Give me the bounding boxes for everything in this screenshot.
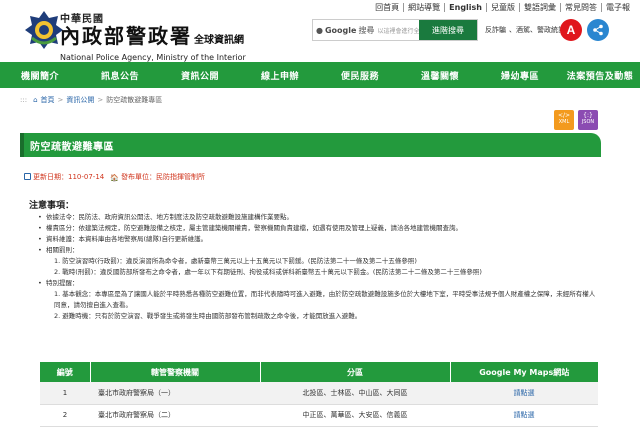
col-district: 分區 (260, 362, 451, 382)
note-reminder-title: 特別提醒： (38, 278, 598, 289)
advanced-search-button[interactable]: 進階搜尋 (419, 20, 477, 40)
nav-legislation[interactable]: 法案預告及動態 (560, 62, 640, 88)
breadcrumb: ::: ⌂ 首頁 > 資訊公開 > 防空疏散避難專區 (20, 95, 162, 105)
home-icon: ⌂ (33, 96, 38, 104)
agency-name: 內政部警政署 全球資訊網 (60, 24, 244, 48)
xml-download-button[interactable]: </> XML (554, 110, 574, 130)
share-button[interactable] (587, 19, 609, 41)
row-district: 北投區、士林區、中山區、大同區 (260, 382, 450, 405)
note-legal-basis: 依據法令：民防法、政府資訊公開法、地方制度法及防空疏散避難設施建構作業要點。 (38, 212, 598, 223)
toplink-home[interactable]: 回首頁 (371, 3, 403, 12)
notes-list: 依據法令：民防法、政府資訊公開法、地方制度法及防空疏散避難設施建構作業要點。 權… (38, 212, 598, 322)
country-name: 中華民國 (60, 14, 104, 25)
shelter-table: 編號 轄管警察機關 分區 Google My Maps網站 1 臺北市政府警察局… (40, 362, 598, 427)
breadcrumb-home[interactable]: 首頁 (41, 95, 55, 105)
nav-info-disclosure[interactable]: 資訊公開 (160, 62, 240, 88)
note-responsibility: 權責區分：依建築法規定，防空避難設備之核定，屬主管建築機關權責，警察機關負責建檔… (38, 223, 598, 234)
row-number: 2 (40, 404, 90, 427)
share-icon (593, 24, 603, 36)
notes-title: 注意事項： (29, 201, 75, 211)
col-maps: Google My Maps網站 (450, 362, 598, 382)
agency-suffix: 全球資訊網 (194, 35, 244, 46)
col-number: 編號 (40, 362, 91, 382)
reminder-timing: 2. 避難時機：只有於防空演習、戰爭發生或將發生時由國防部發布管制疏散之命令後，… (54, 312, 362, 320)
toplink-newsletter[interactable]: 電子報 (601, 2, 634, 12)
search-input[interactable]: 以這裡會進行全文搜尋檢索 (374, 26, 419, 35)
logo-text[interactable]: 中華民國 內政部警政署 全球資訊網 National Police Agency,… (60, 10, 246, 62)
toplink-glossary[interactable]: 雙語詞彙 (519, 2, 560, 12)
note-maintenance: 資料維護：本資料庫由各地警察局(總隊)自行更新維護。 (38, 234, 598, 245)
table-header-row: 編號 轄管警察機關 分區 Google My Maps網站 (40, 362, 598, 382)
toplink-kids[interactable]: 兒童版 (486, 2, 519, 12)
row-district: 中正區、萬華區、大安區、信義區 (260, 404, 450, 427)
breadcrumb-info-disclosure[interactable]: 資訊公開 (66, 95, 94, 105)
keyword-fraud[interactable]: 反詐騙 (485, 26, 506, 34)
hot-keywords: 反詐騙 、酒駕、警政統計... (482, 25, 572, 35)
site-header: 中華民國 內政部警政署 全球資訊網 National Police Agency,… (0, 0, 640, 64)
json-label: JSON (581, 119, 595, 125)
col-agency: 轄管警察機關 (90, 362, 261, 382)
row-number: 1 (40, 382, 90, 405)
breadcrumb-separator-icon: > (57, 96, 64, 104)
update-date: 更新日期：110-07-14 (24, 172, 104, 182)
agency-english-name: National Police Agency, Ministry of the … (60, 53, 246, 62)
publisher: 🏠 發布單位：民防指揮管制所 (110, 173, 205, 182)
accesskey-anchor[interactable]: ::: (20, 96, 27, 104)
table-row: 1 臺北市政府警察局（一） 北投區、士林區、中山區、大同區 請點選 (40, 382, 598, 405)
page-title: 防空疏散避難專區 (20, 133, 601, 157)
penalty-drill: 1. 防空演習時(行政罰)：違反演習所為命令者，處新臺幣三萬元以上十五萬元以下罰… (54, 257, 417, 265)
xml-label: XML (558, 119, 570, 125)
main-nav: 機關簡介 訊息公告 資訊公開 線上申辦 便民服務 溫馨關懷 婦幼專區 法案預告及… (0, 62, 640, 88)
row-map-link-cell: 請點選 (450, 404, 598, 427)
nav-about[interactable]: 機關簡介 (0, 62, 80, 88)
map-link[interactable]: 請點選 (514, 389, 535, 397)
nav-care[interactable]: 溫馨關懷 (400, 62, 480, 88)
table-row: 2 臺北市政府警察局（二） 中正區、萬華區、大安區、信義區 請點選 (40, 404, 598, 427)
nav-announcements[interactable]: 訊息公告 (80, 62, 160, 88)
note-penalties-title: 相關罰則： (38, 245, 598, 256)
google-label: ● Google 搜尋 (316, 25, 375, 35)
top-links: 回首頁 網站導覽 English 兒童版 雙語詞彙 常見問答 電子報 (371, 0, 634, 14)
nav-public-services[interactable]: 便民服務 (320, 62, 400, 88)
breadcrumb-separator-icon: > (97, 96, 104, 104)
page-meta: 更新日期：110-07-14 🏠 發布單位：民防指揮管制所 (24, 172, 205, 182)
reminder-concept: 1. 基本觀念：本專區是為了讓國人能於平時熟悉各種防空避難位置，而非代表隨時可進… (54, 290, 596, 309)
penalty-wartime: 2. 戰時(刑罰)：違反國防部所發布之命令者，處一年以下有期徒刑、拘役或科或併科… (54, 268, 482, 276)
search-box: ●Google搜尋 以這裡會進行全文搜尋檢索 進階搜尋 (312, 19, 478, 41)
row-map-link-cell: 請點選 (450, 382, 598, 405)
row-agency: 臺北市政府警察局（一） (90, 382, 260, 405)
row-agency: 臺北市政府警察局（二） (90, 404, 260, 427)
toplink-sitemap[interactable]: 網站導覽 (403, 2, 444, 12)
search-icon: ● (316, 25, 323, 35)
json-download-button[interactable]: {:} JSON (578, 110, 598, 130)
building-icon: 🏠 (110, 174, 119, 182)
toplink-faq[interactable]: 常見問答 (560, 2, 601, 12)
toplink-english[interactable]: English (444, 2, 486, 12)
nav-online-services[interactable]: 線上申辦 (240, 62, 320, 88)
nav-women-children[interactable]: 婦幼專區 (480, 62, 560, 88)
map-link[interactable]: 請點選 (514, 411, 535, 419)
breadcrumb-current: 防空疏散避難專區 (106, 96, 163, 104)
accessibility-a-button[interactable]: A (560, 19, 582, 41)
calendar-icon (24, 173, 31, 180)
